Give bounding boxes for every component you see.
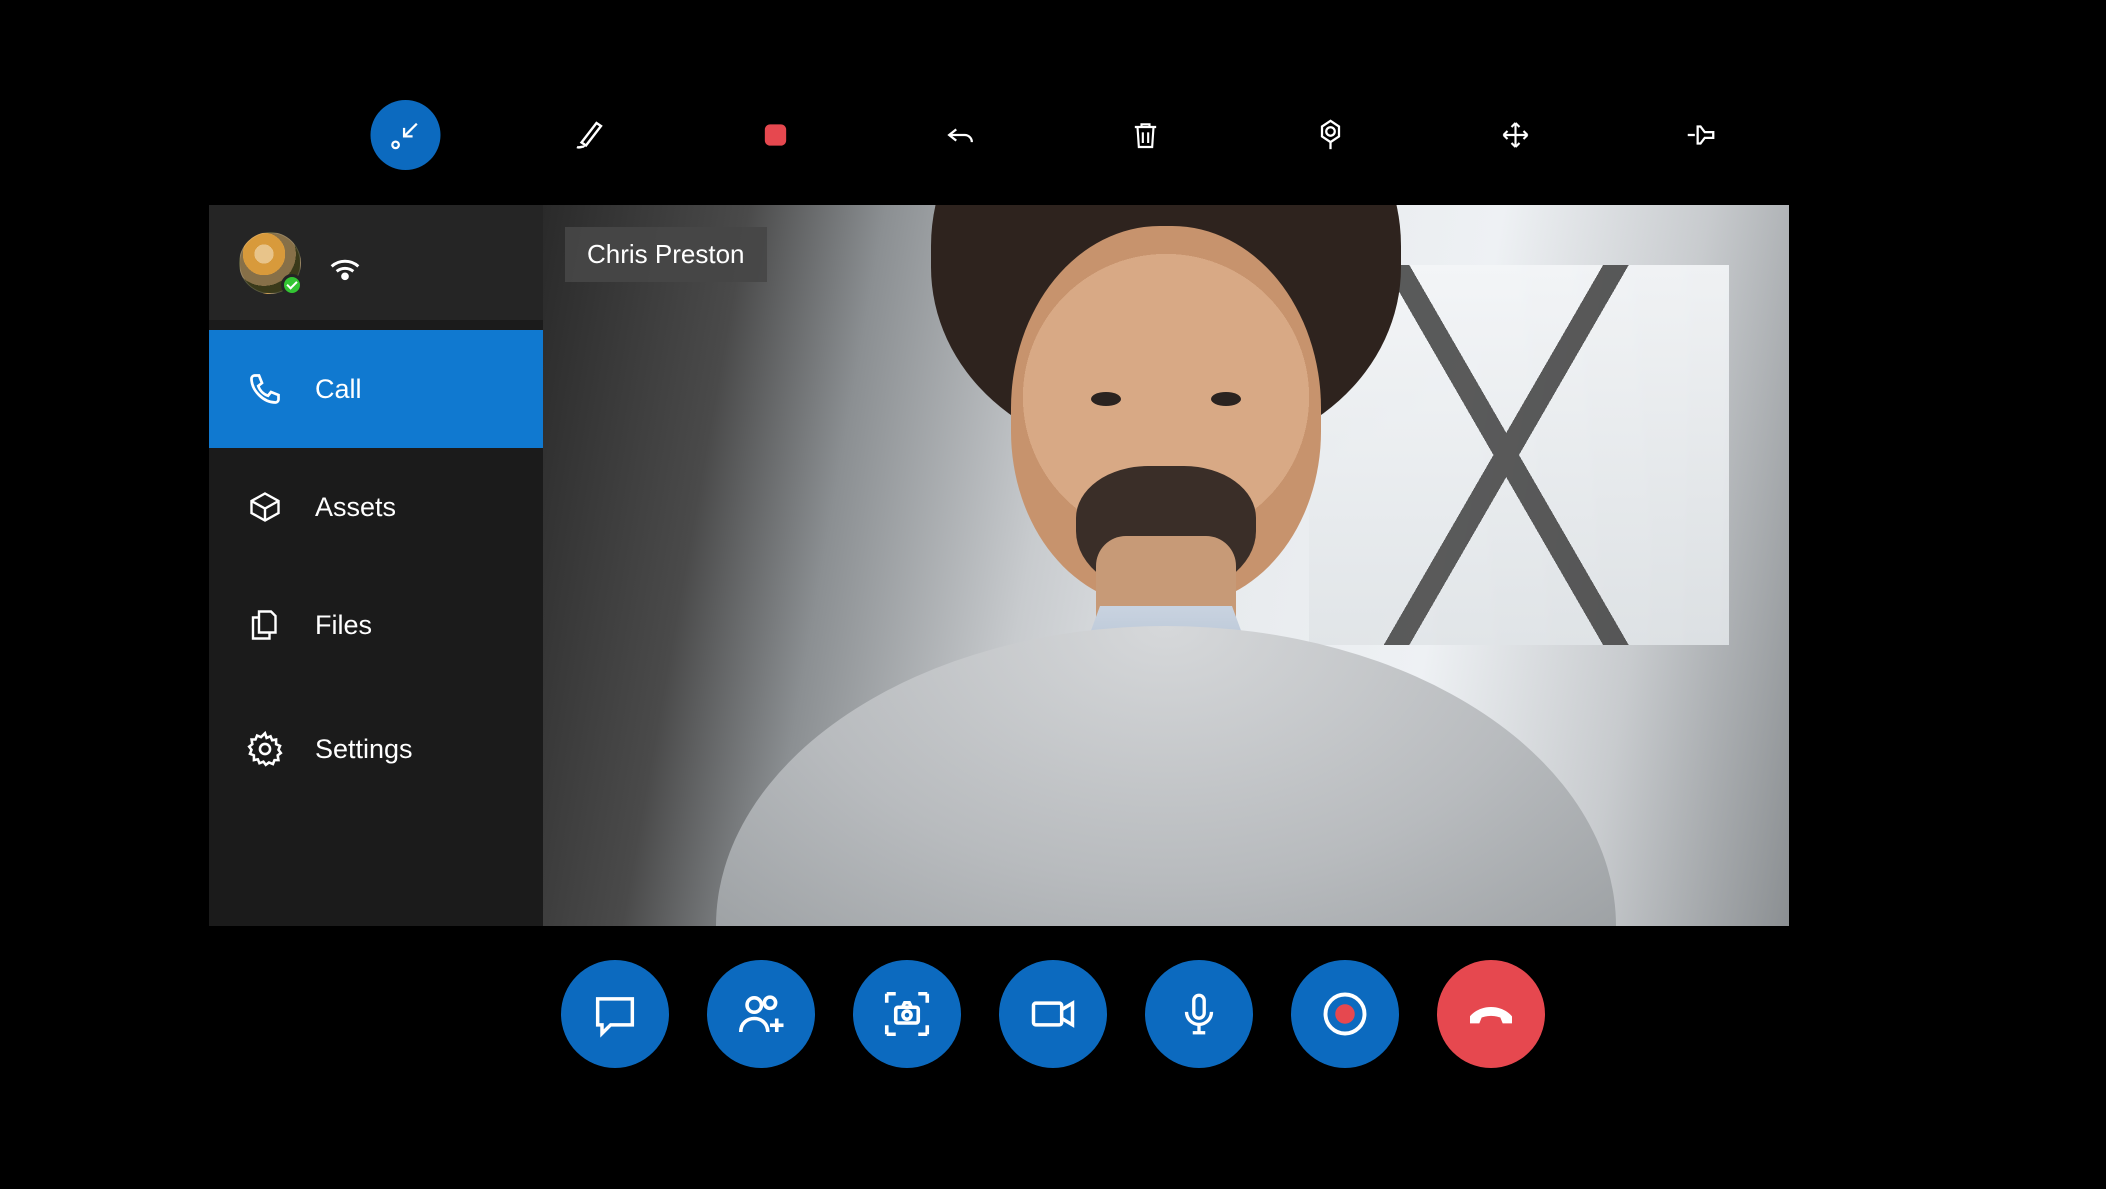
chat-icon: [589, 988, 641, 1040]
collapse-button[interactable]: [371, 100, 441, 170]
sidebar-item-assets[interactable]: Assets: [209, 448, 543, 566]
ink-button[interactable]: [556, 100, 626, 170]
box-icon: [243, 489, 287, 525]
sidebar-nav: Call Assets: [209, 320, 543, 814]
ink-icon: [573, 117, 609, 153]
delete-button[interactable]: [1111, 100, 1181, 170]
chat-button[interactable]: [561, 960, 669, 1068]
pin-icon: [1684, 118, 1718, 152]
sidebar-item-label: Files: [315, 610, 372, 641]
add-participant-button[interactable]: [707, 960, 815, 1068]
sidebar-item-label: Settings: [315, 734, 413, 765]
files-icon: [243, 607, 287, 643]
sidebar-item-files[interactable]: Files: [209, 566, 543, 684]
presence-available-icon: [281, 274, 303, 296]
move-button[interactable]: [1481, 100, 1551, 170]
stop-record-icon: [760, 119, 792, 151]
phone-icon: [243, 371, 287, 407]
sidebar-item-settings[interactable]: Settings: [209, 684, 543, 814]
move-icon: [1500, 119, 1532, 151]
undo-icon: [944, 118, 978, 152]
connection-icon: [325, 243, 365, 283]
gear-icon: [243, 730, 287, 768]
delete-icon: [1130, 119, 1162, 151]
sidebar-item-label: Assets: [315, 492, 396, 523]
location-pin-button[interactable]: [1296, 100, 1366, 170]
sidebar: Call Assets: [209, 205, 543, 926]
user-avatar[interactable]: [239, 232, 301, 294]
record-icon: [1319, 988, 1371, 1040]
remote-participant-video: [776, 206, 1556, 926]
sidebar-item-label: Call: [315, 374, 362, 405]
hangup-button[interactable]: [1437, 960, 1545, 1068]
stop-record-button[interactable]: [741, 100, 811, 170]
video-icon: [1027, 988, 1079, 1040]
capture-button[interactable]: [853, 960, 961, 1068]
caller-name: Chris Preston: [587, 239, 745, 269]
record-button[interactable]: [1291, 960, 1399, 1068]
capture-icon: [880, 987, 934, 1041]
video-button[interactable]: [999, 960, 1107, 1068]
add-participant-icon: [734, 987, 788, 1041]
sidebar-header: [209, 205, 543, 320]
undo-button[interactable]: [926, 100, 996, 170]
location-pin-icon: [1314, 118, 1348, 152]
sidebar-item-call[interactable]: Call: [209, 330, 543, 448]
pin-button[interactable]: [1666, 100, 1736, 170]
app-window: Call Assets: [209, 205, 1789, 926]
remote-video: Chris Preston: [543, 205, 1789, 926]
collapse-icon: [389, 118, 423, 152]
caller-name-chip: Chris Preston: [565, 227, 767, 282]
call-controls: [561, 960, 1545, 1068]
annotation-toolbar: [371, 100, 1736, 170]
microphone-icon: [1174, 989, 1224, 1039]
microphone-button[interactable]: [1145, 960, 1253, 1068]
hangup-icon: [1463, 986, 1519, 1042]
